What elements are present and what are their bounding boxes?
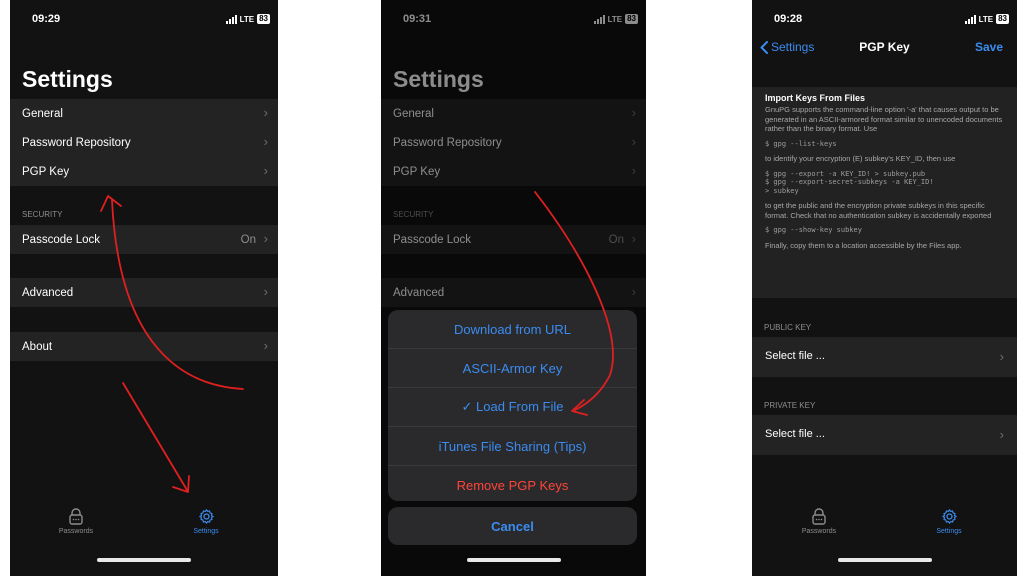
battery-icon: 83 [257, 14, 270, 24]
status-bar: 09:29 LTE 83 [10, 12, 278, 28]
lock-icon [812, 508, 826, 525]
settings-item-pgp-key[interactable]: PGP Key › [10, 157, 278, 186]
tab-label: Passwords [58, 528, 94, 535]
settings-item-label: Advanced [22, 286, 74, 299]
public-key-select-file[interactable]: Select file ... › [752, 337, 1017, 377]
chevron-right-icon: › [263, 284, 268, 299]
import-instructions: Import Keys From Files GnuPG supports th… [752, 87, 1017, 298]
command-show-key: $ gpg --show-key subkey [765, 226, 862, 234]
tab-label: Passwords [801, 528, 837, 535]
command-export: $ gpg --export -a KEY_ID! > subkey.pub $… [765, 169, 934, 195]
screen-settings: 09:29 LTE 83 Settings General › Password… [10, 0, 278, 576]
battery-icon: 83 [996, 14, 1009, 24]
navigation-bar: Settings PGP Key Save [752, 40, 1017, 60]
chevron-right-icon: › [999, 349, 1004, 364]
lock-icon [69, 508, 83, 525]
chevron-right-icon: › [263, 105, 268, 120]
gear-icon [941, 509, 957, 524]
tab-bar: Passwords Settings [10, 508, 278, 548]
import-finally: Finally, copy them to a location accessi… [765, 240, 962, 250]
import-identify: to identify your encryption (E) subkey's… [765, 154, 956, 163]
remove-pgp-keys-option[interactable]: Remove PGP Keys [388, 466, 637, 501]
tab-bar: Passwords Settings [752, 508, 1017, 548]
screen-pgp-key: 09:28 LTE 83 Settings PGP Key Save Impor… [752, 0, 1017, 576]
section-header-public-key: PUBLIC KEY [764, 323, 812, 332]
signal-icon [964, 14, 976, 24]
chevron-right-icon: › [263, 134, 268, 149]
status-time: 09:29 [32, 13, 61, 25]
settings-item-label: About [22, 340, 53, 353]
chevron-right-icon: › [263, 231, 268, 246]
settings-item-value: On [240, 233, 256, 246]
settings-item-label: General [22, 107, 63, 120]
settings-item-label: PGP Key [22, 165, 70, 178]
settings-item-advanced[interactable]: Advanced › [10, 278, 278, 307]
chevron-right-icon: › [263, 338, 268, 353]
settings-item-label: Passcode Lock [22, 233, 100, 246]
command-list-keys: $ gpg --list-keys [765, 139, 837, 148]
tab-label: Settings [936, 528, 962, 535]
screen-settings-action-sheet: 09:31 LTE 83 Settings General › Password… [381, 0, 646, 576]
import-get-public: to get the public and the encryption pri… [765, 201, 992, 220]
save-button[interactable]: Save [975, 40, 1003, 54]
settings-item-passcode-lock[interactable]: Passcode Lock On › [10, 225, 278, 254]
itunes-file-sharing-option[interactable]: iTunes File Sharing (Tips) [388, 427, 637, 466]
status-indicators: LTE 83 [964, 14, 1009, 24]
settings-item-password-repository[interactable]: Password Repository › [10, 128, 278, 157]
chevron-right-icon: › [263, 163, 268, 178]
import-heading: Import Keys From Files [765, 93, 866, 103]
tab-settings[interactable]: Settings [914, 508, 984, 535]
section-header-private-key: PRIVATE KEY [764, 401, 816, 410]
action-sheet: Download from URL ASCII-Armor Key ✓ Load… [388, 310, 637, 501]
tab-settings[interactable]: Settings [171, 508, 241, 535]
gear-icon [198, 509, 214, 524]
status-bar: 09:28 LTE 83 [752, 12, 1017, 28]
chevron-right-icon: › [999, 427, 1004, 442]
download-from-url-option[interactable]: Download from URL [388, 310, 637, 349]
settings-item-general[interactable]: General › [10, 99, 278, 128]
home-indicator[interactable] [466, 558, 561, 562]
settings-item-about[interactable]: About › [10, 332, 278, 361]
import-intro: GnuPG supports the command-line option '… [765, 105, 1003, 133]
select-file-label: Select file ... [765, 350, 825, 362]
section-header-security: SECURITY [22, 210, 63, 219]
home-indicator[interactable] [97, 558, 191, 562]
home-indicator[interactable] [837, 558, 932, 562]
select-file-label: Select file ... [765, 428, 825, 440]
tab-label: Settings [193, 528, 219, 535]
cancel-button[interactable]: Cancel [388, 507, 637, 545]
load-from-file-option[interactable]: ✓ Load From File [388, 388, 637, 427]
page-title: Settings [22, 66, 113, 92]
network-label: LTE [978, 14, 994, 24]
status-time: 09:28 [774, 13, 803, 25]
tab-passwords[interactable]: Passwords [41, 508, 111, 535]
tab-passwords[interactable]: Passwords [784, 508, 854, 535]
private-key-select-file[interactable]: Select file ... › [752, 415, 1017, 455]
settings-item-label: Password Repository [22, 136, 131, 149]
signal-icon [225, 14, 237, 24]
network-label: LTE [239, 14, 255, 24]
ascii-armor-key-option[interactable]: ASCII-Armor Key [388, 349, 637, 388]
status-indicators: LTE 83 [225, 14, 270, 24]
